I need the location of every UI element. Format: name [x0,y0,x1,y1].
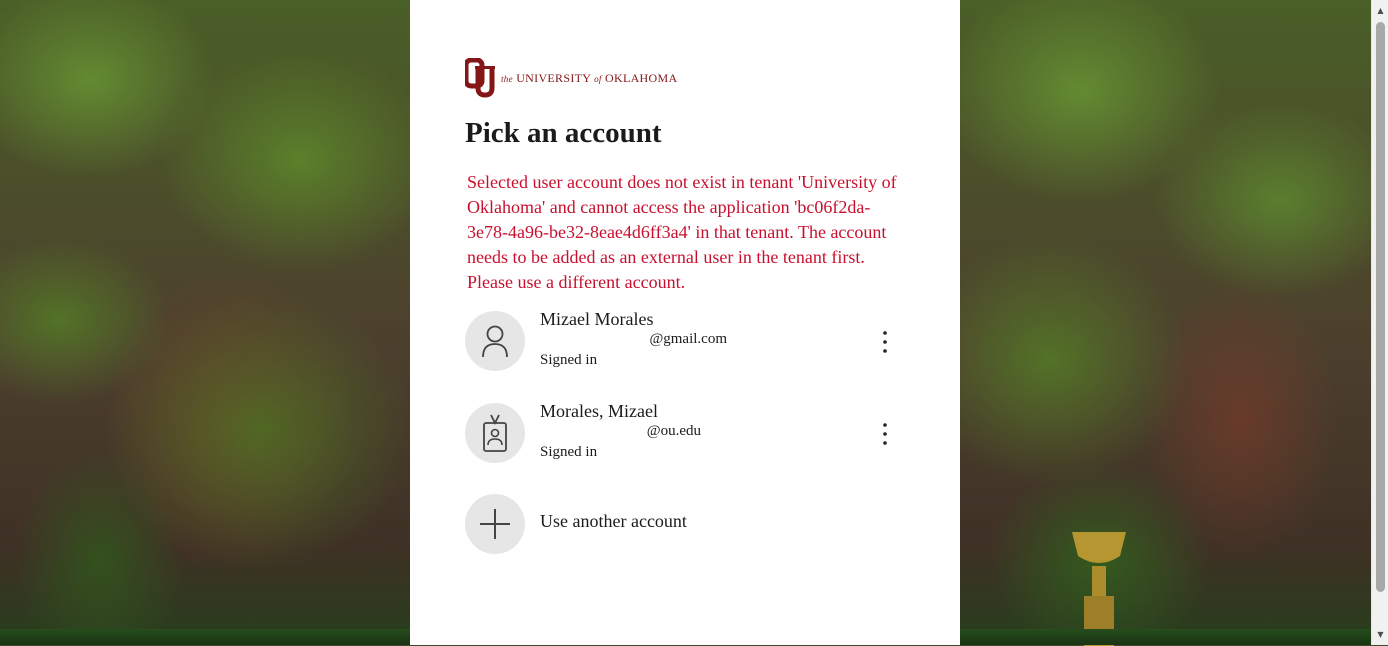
badge-icon [483,414,507,452]
account-email: @ou.edu [646,423,701,439]
more-options-button[interactable] [870,325,900,359]
more-options-button[interactable] [870,417,900,451]
ou-logo-icon [465,58,495,98]
vertical-scrollbar[interactable]: ▲ ▼ [1371,0,1388,645]
scroll-up-arrow-icon[interactable]: ▲ [1372,2,1388,19]
page-title: Pick an account [465,117,662,149]
more-vertical-icon [883,423,887,445]
error-message: Selected user account does not exist in … [467,172,897,292]
account-avatar [465,403,525,463]
university-wordmark: the UNIVERSITY of OKLAHOMA [501,70,678,85]
use-another-account-button[interactable]: Use another account [465,494,905,558]
plus-icon [480,509,510,539]
account-status: Signed in [540,444,598,460]
account-name: Mizael Morales [540,309,654,329]
account-email: @gmail.com [649,331,727,347]
account-tile-ou[interactable]: Morales, Mizael @ou.edu Signed in [465,401,905,467]
scroll-thumb[interactable] [1376,22,1385,592]
urn-statue [1072,532,1126,646]
use-another-account-label: Use another account [540,511,687,531]
university-logo: the UNIVERSITY of OKLAHOMA [465,58,677,98]
person-icon [482,325,508,358]
account-name: Morales, Mizael [540,401,658,421]
add-account-avatar [465,494,525,554]
more-vertical-icon [883,331,887,353]
account-avatar [465,311,525,371]
account-status: Signed in [540,352,598,368]
sign-in-panel: the UNIVERSITY of OKLAHOMA Pick an accou… [410,0,960,645]
account-tile-gmail[interactable]: Mizael Morales @gmail.com Signed in [465,309,905,375]
scroll-down-arrow-icon[interactable]: ▼ [1372,626,1388,643]
